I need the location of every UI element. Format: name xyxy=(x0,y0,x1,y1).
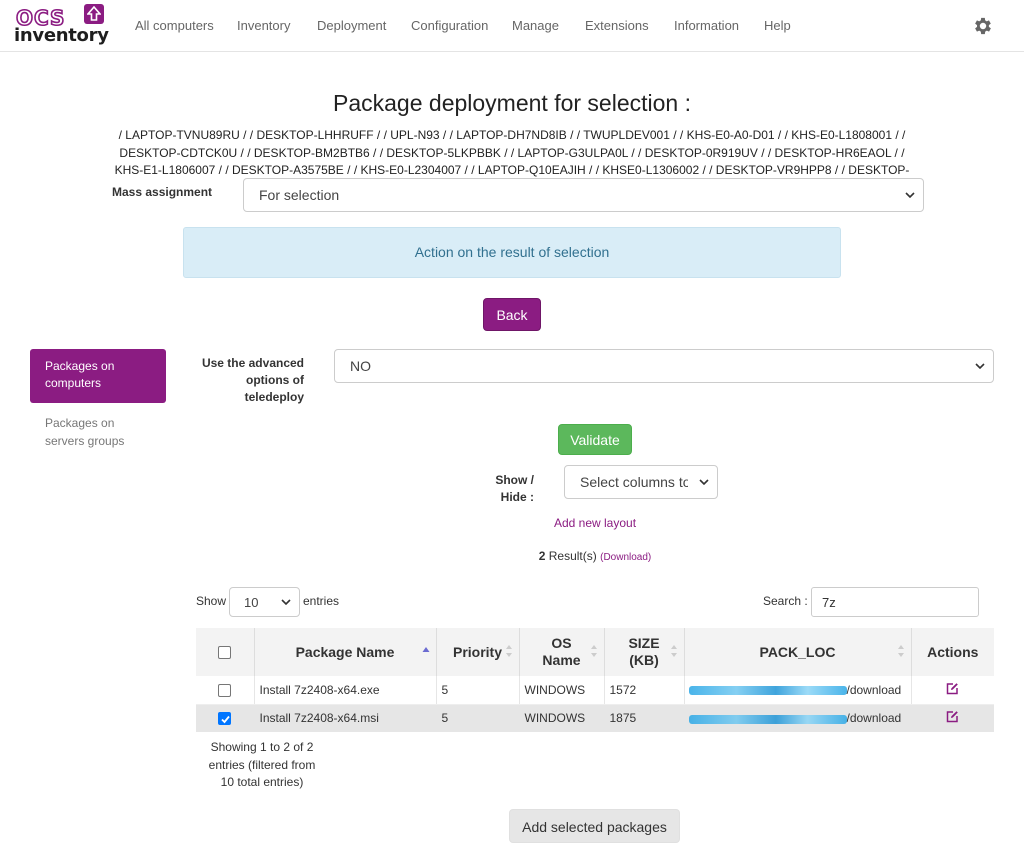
col-actions: Actions xyxy=(910,628,994,676)
nav-inventory[interactable]: Inventory xyxy=(237,18,290,33)
redacted-url xyxy=(688,714,847,724)
col-pack-loc[interactable]: PACK_LOC xyxy=(683,628,911,676)
col-pack-loc-label: PACK_LOC xyxy=(759,643,836,660)
pack-loc-cell: /download xyxy=(683,676,911,705)
col-priority[interactable]: Priority xyxy=(435,628,519,676)
col-package-name-label: Package Name xyxy=(295,643,395,660)
select-all-checkbox[interactable] xyxy=(218,646,232,660)
nav-deployment[interactable]: Deployment xyxy=(317,18,386,33)
columns-select[interactable]: Select columns to xyxy=(564,465,718,499)
nav-information[interactable]: Information xyxy=(674,18,739,33)
info-panel: Action on the result of selection xyxy=(183,227,841,278)
page-title: Package deployment for selection : xyxy=(333,90,691,116)
select-all-header[interactable] xyxy=(196,628,254,676)
size-cell: 1572 xyxy=(603,676,684,705)
row-checkbox[interactable] xyxy=(218,683,232,697)
sort-icon xyxy=(670,645,677,657)
nav-manage[interactable]: Manage xyxy=(512,18,559,33)
os-name-cell: WINDOWS xyxy=(518,704,604,732)
col-package-name[interactable]: Package Name xyxy=(253,628,436,676)
priority-cell: 5 xyxy=(435,704,519,732)
col-size-label: SIZE (KB) xyxy=(628,635,660,668)
sort-icon xyxy=(590,645,597,657)
col-priority-label: Priority xyxy=(452,643,502,660)
row-checkbox-checked[interactable] xyxy=(218,712,232,726)
row-select-cell xyxy=(196,676,254,705)
pack-loc-suffix: /download xyxy=(846,711,902,726)
nav-help[interactable]: Help xyxy=(764,18,791,33)
chevron-down-icon xyxy=(905,192,915,198)
sort-icon xyxy=(897,645,904,657)
add-selected-packages-button[interactable]: Add selected packages xyxy=(509,809,680,843)
entries-per-page-value: 10 xyxy=(244,594,259,610)
chevron-down-icon xyxy=(699,479,709,485)
back-button[interactable]: Back xyxy=(483,298,541,331)
table-header-row: Package Name Priority OS Name SIZE (KB) … xyxy=(196,628,994,676)
advanced-options-label: Use the advanced options of teledeploy xyxy=(201,356,304,404)
actions-cell xyxy=(910,676,994,705)
col-os-name[interactable]: OS Name xyxy=(518,628,604,676)
check-icon xyxy=(221,716,230,724)
add-new-layout-link[interactable]: Add new layout xyxy=(0,516,1024,530)
logo-upload-icon xyxy=(84,4,104,24)
validate-button[interactable]: Validate xyxy=(558,424,632,455)
table-info: Showing 1 to 2 of 2 entries (filtered fr… xyxy=(208,740,316,789)
pack-loc-suffix: /download xyxy=(846,682,902,697)
results-summary: 2 Result(s) (Download) xyxy=(0,549,1024,563)
download-link[interactable]: (Download) xyxy=(600,552,651,563)
redacted-url xyxy=(688,686,847,696)
col-os-name-label: OS Name xyxy=(542,635,581,668)
sort-icon xyxy=(505,645,512,657)
chevron-down-icon xyxy=(975,363,985,369)
edit-icon[interactable] xyxy=(946,682,959,695)
col-size[interactable]: SIZE (KB) xyxy=(603,628,684,676)
logo-text-bottom: inventory xyxy=(14,25,109,46)
nav-all-computers[interactable]: All computers xyxy=(135,18,214,33)
entries-label: entries xyxy=(303,594,340,608)
mass-assignment-label: Mass assignment xyxy=(112,185,213,199)
actions-cell xyxy=(910,704,994,732)
advanced-options-value: NO xyxy=(350,358,371,374)
nav-configuration[interactable]: Configuration xyxy=(411,18,488,33)
pack-loc-cell: /download xyxy=(683,704,911,732)
subnav-packages-on-servers-groups[interactable]: Packages on servers groups xyxy=(45,414,155,450)
advanced-options-select[interactable]: NO xyxy=(334,349,994,383)
search-label: Search : xyxy=(763,594,808,608)
row-select-cell xyxy=(196,704,254,732)
package-name-cell: Install 7z2408-x64.exe xyxy=(253,676,436,705)
search-input[interactable] xyxy=(811,587,979,617)
size-cell: 1875 xyxy=(603,704,684,732)
packages-table: Package Name Priority OS Name SIZE (KB) … xyxy=(196,628,994,732)
chevron-down-icon xyxy=(281,599,291,605)
os-name-cell: WINDOWS xyxy=(518,676,604,705)
selection-computer-list: / LAPTOP-TVNU89RU / / DESKTOP-LHHRUFF / … xyxy=(114,128,910,177)
table-row: Install 7z2408-x64.exe 5 WINDOWS 1572 /d… xyxy=(196,676,994,705)
package-name-cell: Install 7z2408-x64.msi xyxy=(253,704,436,732)
entries-per-page-select[interactable]: 10 xyxy=(229,587,300,617)
columns-select-value: Select columns to xyxy=(580,474,688,490)
col-actions-label: Actions xyxy=(927,643,979,660)
subnav-packages-on-computers[interactable]: Packages on computers xyxy=(30,349,166,403)
edit-icon[interactable] xyxy=(946,710,959,723)
sort-asc-icon xyxy=(422,647,429,652)
show-label: Show xyxy=(196,594,227,608)
mass-assignment-value: For selection xyxy=(259,187,340,203)
priority-cell: 5 xyxy=(435,676,519,705)
table-row: Install 7z2408-x64.msi 5 WINDOWS 1875 /d… xyxy=(196,704,994,732)
ocs-inventory-logo[interactable]: OCS inventory xyxy=(14,4,109,46)
gear-icon[interactable] xyxy=(972,15,994,37)
mass-assignment-select[interactable]: For selection xyxy=(243,178,924,212)
results-word: Result(s) xyxy=(545,549,601,563)
show-hide-label: Show / Hide : xyxy=(495,473,534,504)
top-navbar: OCS inventory All computers Inventory De… xyxy=(0,0,1024,52)
nav-extensions[interactable]: Extensions xyxy=(585,18,649,33)
